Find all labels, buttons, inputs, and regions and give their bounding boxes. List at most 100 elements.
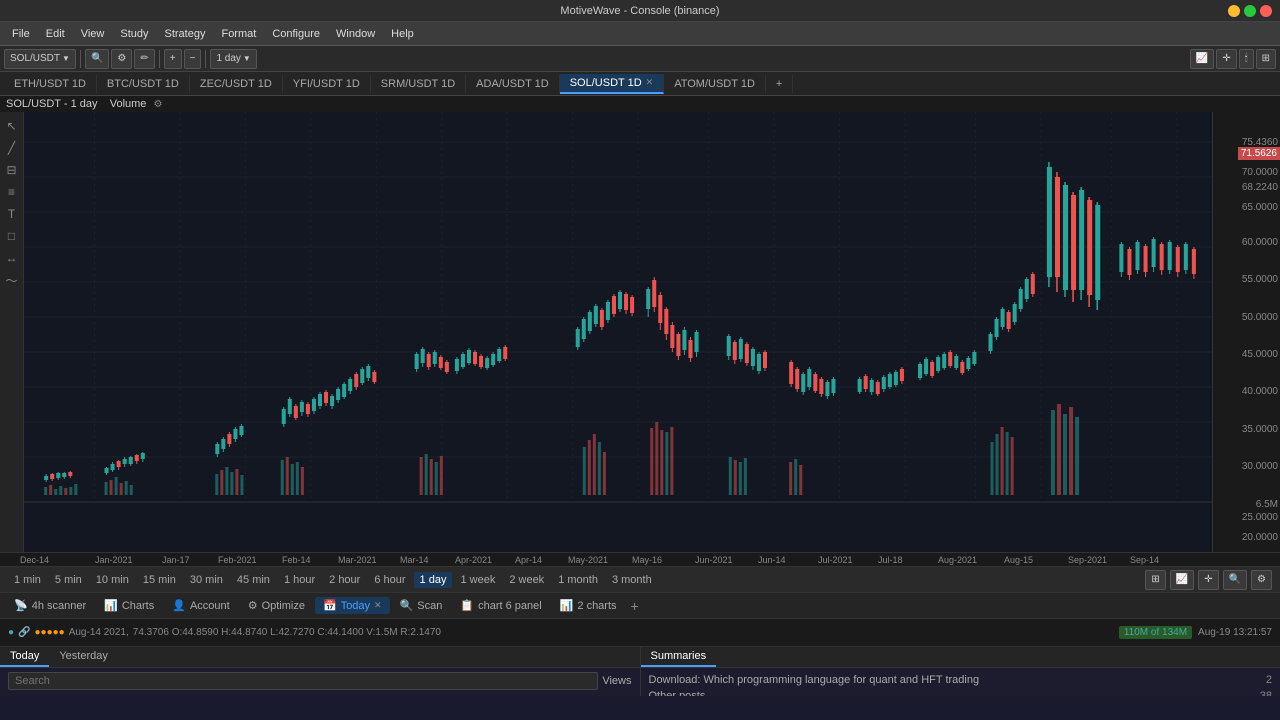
scanner-icon: 📡 — [14, 599, 28, 612]
tf-1min[interactable]: 1 min — [8, 572, 47, 588]
tab-chart-6panel[interactable]: 📋 chart 6 panel — [452, 597, 549, 614]
add-tab-button[interactable]: + — [627, 598, 643, 614]
tf-2hour[interactable]: 2 hour — [323, 572, 366, 588]
tab-2charts-label: 2 charts — [577, 600, 616, 612]
tf-1day[interactable]: 1 day — [414, 572, 453, 588]
menu-edit[interactable]: Edit — [38, 26, 73, 42]
tab-srm-usdt[interactable]: SRM/USDT 1D — [371, 75, 466, 93]
bottom-panel-right: Summaries Download: Which programming la… — [641, 647, 1280, 696]
toolbar-sep-1 — [80, 50, 81, 68]
layout-btn[interactable]: ⊞ — [1256, 49, 1276, 69]
tab-charts-label: Charts — [122, 600, 154, 612]
panel-tab-today[interactable]: Today — [0, 647, 49, 667]
tf-10min[interactable]: 10 min — [90, 572, 135, 588]
minimize-button[interactable] — [1228, 5, 1240, 17]
drawing-tool[interactable]: ✏ — [134, 49, 154, 69]
tab-zec-usdt[interactable]: ZEC/USDT 1D — [190, 75, 283, 93]
tab-account-label: Account — [190, 600, 230, 612]
symbol-selector[interactable]: SOL/USDT ▼ — [4, 49, 76, 69]
tf-1month[interactable]: 1 month — [552, 572, 604, 588]
timeframe-selector[interactable]: 1 day ▼ — [210, 49, 256, 69]
time-axis: Dec-14 Jan-2021 Jan-17 Feb-2021 Feb-14 M… — [0, 552, 1280, 566]
tab-account[interactable]: 👤 Account — [164, 597, 237, 614]
channel-tool[interactable]: ⊟ — [2, 160, 22, 180]
cursor-tool[interactable]: ↖ — [2, 116, 22, 136]
tf-30min[interactable]: 30 min — [184, 572, 229, 588]
chart-container[interactable] — [24, 112, 1212, 552]
time-jan17: Jan-17 — [162, 555, 190, 565]
add-tab-button[interactable]: + — [766, 75, 793, 93]
chart-type-btn[interactable]: 🕯 — [1239, 49, 1254, 69]
zoom-toggle[interactable]: 🔍 — [1223, 570, 1247, 590]
panel-tab-yesterday[interactable]: Yesterday — [49, 647, 118, 667]
news-count-2: 38 — [1260, 690, 1272, 696]
panel-tab-summaries[interactable]: Summaries — [641, 647, 717, 667]
zoom-out[interactable]: − — [184, 49, 202, 69]
tab-4h-scanner[interactable]: 📡 4h scanner — [6, 597, 94, 614]
tf-6hour[interactable]: 6 hour — [368, 572, 411, 588]
price-label-70: 70.0000 — [1242, 167, 1278, 178]
fib-tool[interactable]: ≡ — [2, 182, 22, 202]
bottom-tabs: 📡 4h scanner 📊 Charts 👤 Account ⚙ Optimi… — [0, 592, 1280, 618]
tab-sol-usdt[interactable]: SOL/USDT 1D ✕ — [560, 74, 664, 94]
time-apr14: Apr-14 — [515, 555, 542, 565]
menu-configure[interactable]: Configure — [264, 26, 328, 42]
tab-yfi-usdt[interactable]: YFI/USDT 1D — [283, 75, 371, 93]
tab-close-sol[interactable]: ✕ — [646, 77, 654, 88]
text-tool[interactable]: T — [2, 204, 22, 224]
menu-format[interactable]: Format — [213, 26, 264, 42]
tf-45min[interactable]: 45 min — [231, 572, 276, 588]
tab-scan[interactable]: 🔍 Scan — [392, 597, 451, 614]
panel-content-search: Views — [0, 668, 640, 696]
indicator-settings-icon[interactable]: ⚙ — [154, 99, 163, 110]
tab-optimize[interactable]: ⚙ Optimize — [240, 597, 313, 614]
tf-2week[interactable]: 2 week — [503, 572, 550, 588]
app-title: MotiveWave - Console (binance) — [560, 5, 719, 17]
signal-icon: ● — [8, 627, 14, 638]
tab-atom-usdt[interactable]: ATOM/USDT 1D — [664, 75, 766, 93]
tab-today-close[interactable]: ✕ — [374, 600, 382, 611]
menu-help[interactable]: Help — [383, 26, 422, 42]
menu-study[interactable]: Study — [112, 26, 156, 42]
timeframe-text: 1 day — [216, 53, 240, 64]
menu-strategy[interactable]: Strategy — [157, 26, 214, 42]
crosshair-btn[interactable]: ✛ — [1216, 49, 1236, 69]
menu-view[interactable]: View — [73, 26, 113, 42]
tab-eth-usdt[interactable]: ETH/USDT 1D — [4, 75, 97, 93]
measure-tool[interactable]: ↔ — [2, 248, 22, 268]
close-button[interactable] — [1260, 5, 1272, 17]
search-input[interactable] — [8, 672, 598, 690]
chart-layout-btn[interactable]: ⊞ — [1145, 570, 1165, 590]
tf-3month[interactable]: 3 month — [606, 572, 658, 588]
indicator-btn[interactable]: 📈 — [1190, 49, 1214, 69]
tab-2charts[interactable]: 📊 2 charts — [552, 597, 625, 614]
time-jun14: Jun-14 — [758, 555, 786, 565]
lot-size-badge: 110M of 134M — [1119, 626, 1192, 639]
settings-gear[interactable]: ⚙ — [1251, 570, 1272, 590]
zoom-in[interactable]: + — [164, 49, 182, 69]
tab-ada-usdt[interactable]: ADA/USDT 1D — [466, 75, 560, 93]
menu-file[interactable]: File — [4, 26, 38, 42]
settings-button[interactable]: ⚙ — [111, 49, 132, 69]
shape-tool[interactable]: □ — [2, 226, 22, 246]
tf-1week[interactable]: 1 week — [454, 572, 501, 588]
tab-btc-usdt[interactable]: BTC/USDT 1D — [97, 75, 190, 93]
search-button[interactable]: 🔍 — [85, 49, 109, 69]
wave-tool[interactable]: 〜 — [2, 270, 22, 290]
window-controls[interactable] — [1228, 5, 1272, 17]
line-tool[interactable]: ╱ — [2, 138, 22, 158]
maximize-button[interactable] — [1244, 5, 1256, 17]
symbol-dropdown-icon: ▼ — [62, 54, 70, 63]
time-aug2021: Aug-2021 — [938, 555, 977, 565]
status-time: Aug-19 13:21:57 — [1198, 627, 1272, 638]
indicator-toggle[interactable]: 📈 — [1170, 570, 1194, 590]
menu-bar: File Edit View Study Strategy Format Con… — [0, 22, 1280, 46]
tab-today[interactable]: 📅 Today ✕ — [315, 597, 390, 614]
tf-1hour[interactable]: 1 hour — [278, 572, 321, 588]
crosshair-toggle[interactable]: ✛ — [1198, 570, 1218, 590]
tf-5min[interactable]: 5 min — [49, 572, 88, 588]
price-label-45: 45.0000 — [1242, 349, 1278, 360]
tab-charts[interactable]: 📊 Charts — [96, 597, 162, 614]
tf-15min[interactable]: 15 min — [137, 572, 182, 588]
menu-window[interactable]: Window — [328, 26, 383, 42]
